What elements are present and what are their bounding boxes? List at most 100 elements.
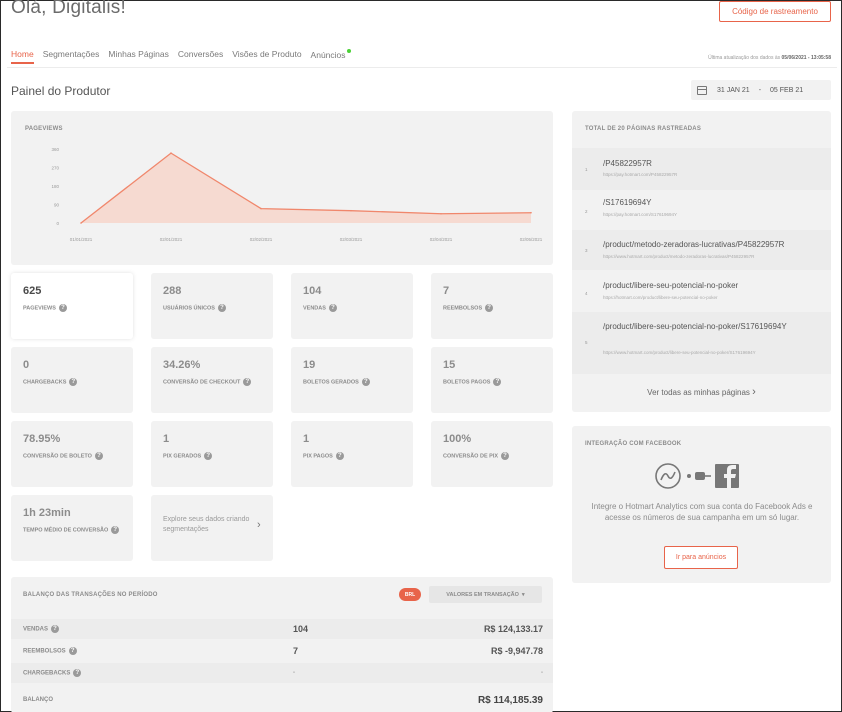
x-tick-label: 02/02/2021 [250, 237, 273, 242]
metric-value: 1 [163, 433, 170, 445]
help-icon[interactable]: ? [485, 304, 494, 312]
balance-amount: - [541, 670, 543, 676]
metric-value: 34.26% [163, 359, 201, 371]
tab-anuncios[interactable]: Anúncios [311, 49, 351, 60]
data-point[interactable] [530, 211, 532, 214]
values-dropdown[interactable]: VALORES EM TRANSAÇÃO ▾ [429, 586, 542, 603]
metric-card: 625 PAGEVIEWS? [11, 273, 133, 339]
metric-value: 625 [23, 285, 42, 297]
help-icon[interactable]: ? [111, 526, 120, 534]
balance-amount: R$ 124,133.17 [483, 624, 543, 634]
page-url: https://pay.hotmart.com/P45822957R [603, 172, 678, 177]
explore-segmentations-card[interactable]: Explore seus dados criando segmentações … [151, 495, 273, 561]
metric-value: 0 [23, 359, 30, 371]
metric-label: VENDAS? [303, 304, 401, 312]
new-indicator-dot [346, 49, 351, 53]
help-icon[interactable]: ? [335, 452, 344, 460]
main-nav: Home Segmentações Minhas Páginas Convers… [11, 49, 360, 60]
date-start: 31 JAN 21 [717, 86, 750, 94]
chevron-right-icon: › [752, 386, 756, 398]
help-icon[interactable]: ? [243, 378, 252, 386]
y-tick-label: 270 [51, 166, 59, 171]
metric-card: 1h 23min TEMPO MÉDIO DE CONVERSÃO? [11, 495, 133, 561]
metric-value: 1h 23min [23, 507, 71, 519]
metric-card: 7 REEMBOLSOS? [431, 273, 553, 339]
list-item[interactable]: 4 /product/libere-seu-potencial-no-poker… [572, 272, 831, 310]
tab-visoes-de-produto[interactable]: Visões de Produto [232, 49, 301, 60]
tab-home[interactable]: Home [11, 49, 34, 60]
tab-segmentacoes[interactable]: Segmentações [43, 49, 100, 60]
help-icon[interactable]: ? [69, 378, 78, 386]
help-icon[interactable]: ? [68, 647, 77, 655]
balance-count: 104 [293, 624, 309, 634]
x-tick-label: 02/03/2021 [340, 237, 363, 242]
page-path: /product/libere-seu-potencial-no-poker/S… [603, 322, 787, 331]
balance-count: - [293, 670, 295, 676]
data-point[interactable] [170, 152, 172, 154]
list-item[interactable]: 2 /S17619694Y https://pay.hotmart.com/S1… [572, 190, 831, 228]
caret-down-icon: ▾ [521, 591, 525, 598]
metric-label-text: USUÁRIOS ÚNICOS [163, 305, 215, 312]
metric-label: TEMPO MÉDIO DE CONVERSÃO? [23, 526, 121, 534]
balance-row: CHARGEBACKS? - - [11, 663, 553, 683]
hotmart-facebook-connect-icon [655, 463, 739, 489]
help-icon[interactable]: ? [361, 378, 370, 386]
date-range-picker[interactable]: 31 JAN 21 - 05 FEB 21 [691, 80, 831, 100]
date-separator: - [758, 86, 762, 94]
data-point[interactable] [260, 207, 262, 210]
help-icon[interactable]: ? [493, 378, 502, 386]
list-item[interactable]: 1 /P45822957R https://pay.hotmart.com/P4… [572, 148, 831, 190]
currency-badge[interactable]: BRL [399, 588, 421, 601]
balance-row: REEMBOLSOS? 7 R$ -9,947.78 [11, 641, 553, 661]
metric-value: 100% [443, 433, 472, 445]
metric-label: CONVERSÃO DE CHECKOUT? [163, 378, 261, 386]
data-point[interactable] [440, 212, 442, 215]
metric-card: 1 PIX GERADOS? [151, 421, 273, 487]
help-icon[interactable]: ? [58, 304, 67, 312]
y-tick-label: 360 [51, 147, 59, 152]
balance-label-text: REEMBOLSOS [23, 648, 66, 655]
metric-label-text: CONVERSÃO DE PIX [443, 453, 499, 460]
metric-label: PIX GERADOS? [163, 452, 261, 460]
see-all-pages-link[interactable]: Ver todas as minhas páginas › [572, 386, 831, 398]
calendar-icon [697, 85, 707, 95]
list-item[interactable]: 3 /product/metodo-zeradoras-lucrativas/P… [572, 230, 831, 270]
help-icon[interactable]: ? [73, 669, 82, 677]
list-item[interactable]: 5 /product/libere-seu-potencial-no-poker… [572, 312, 831, 374]
page-url: https://www.hotmart.com/product/libere-s… [603, 350, 756, 355]
help-icon[interactable]: ? [204, 452, 213, 460]
help-icon[interactable]: ? [501, 452, 510, 460]
tracking-code-button[interactable]: Código de rastreamento [719, 1, 831, 22]
pageviews-chart: 360 270 180 90 0 01/01/2021 02/01/2021 02/02/20… [51, 147, 543, 242]
metric-label: CONVERSÃO DE PIX? [443, 452, 541, 460]
metric-value: 288 [163, 285, 182, 297]
tab-minhas-paginas[interactable]: Minhas Páginas [108, 49, 168, 60]
metric-card: 19 BOLETOS GERADOS? [291, 347, 413, 413]
help-icon[interactable]: ? [94, 452, 103, 460]
data-point[interactable] [80, 222, 82, 224]
x-tick-label: 02/05/2021 [520, 237, 543, 242]
balance-row: VENDAS? 104 R$ 124,133.17 [11, 619, 553, 639]
metric-label: CHARGEBACKS? [23, 378, 121, 386]
last-update-text: Última atualização dos dados às 05/06/20… [621, 55, 831, 61]
balance-label: REEMBOLSOS? [23, 647, 77, 655]
metric-card: 1 PIX PAGOS? [291, 421, 413, 487]
go-to-ads-button[interactable]: Ir para anúncios [664, 546, 738, 569]
help-icon[interactable]: ? [328, 304, 337, 312]
page-path: /product/metodo-zeradoras-lucrativas/P45… [603, 240, 785, 249]
facebook-integration-text: Integre o Hotmart Analytics com sua cont… [591, 502, 813, 522]
balance-label-text: CHARGEBACKS [23, 670, 71, 677]
facebook-integration-title: INTEGRAÇÃO COM FACEBOOK [585, 441, 682, 447]
chevron-right-icon: › [257, 519, 261, 531]
page-index: 1 [585, 167, 588, 172]
tracked-pages-title: TOTAL DE 20 PÁGINAS RASTREADAS [585, 126, 702, 132]
metric-label-text: PAGEVIEWS [23, 305, 56, 312]
last-update-value: 05/06/2021 - 13:05:58 [781, 55, 831, 61]
metric-label: BOLETOS PAGOS? [443, 378, 541, 386]
y-tick-label: 90 [54, 203, 60, 208]
help-icon[interactable]: ? [217, 304, 226, 312]
metric-label-text: TEMPO MÉDIO DE CONVERSÃO [23, 527, 109, 534]
help-icon[interactable]: ? [51, 625, 60, 633]
data-point[interactable] [350, 209, 352, 212]
tab-conversoes[interactable]: Conversões [178, 49, 223, 60]
